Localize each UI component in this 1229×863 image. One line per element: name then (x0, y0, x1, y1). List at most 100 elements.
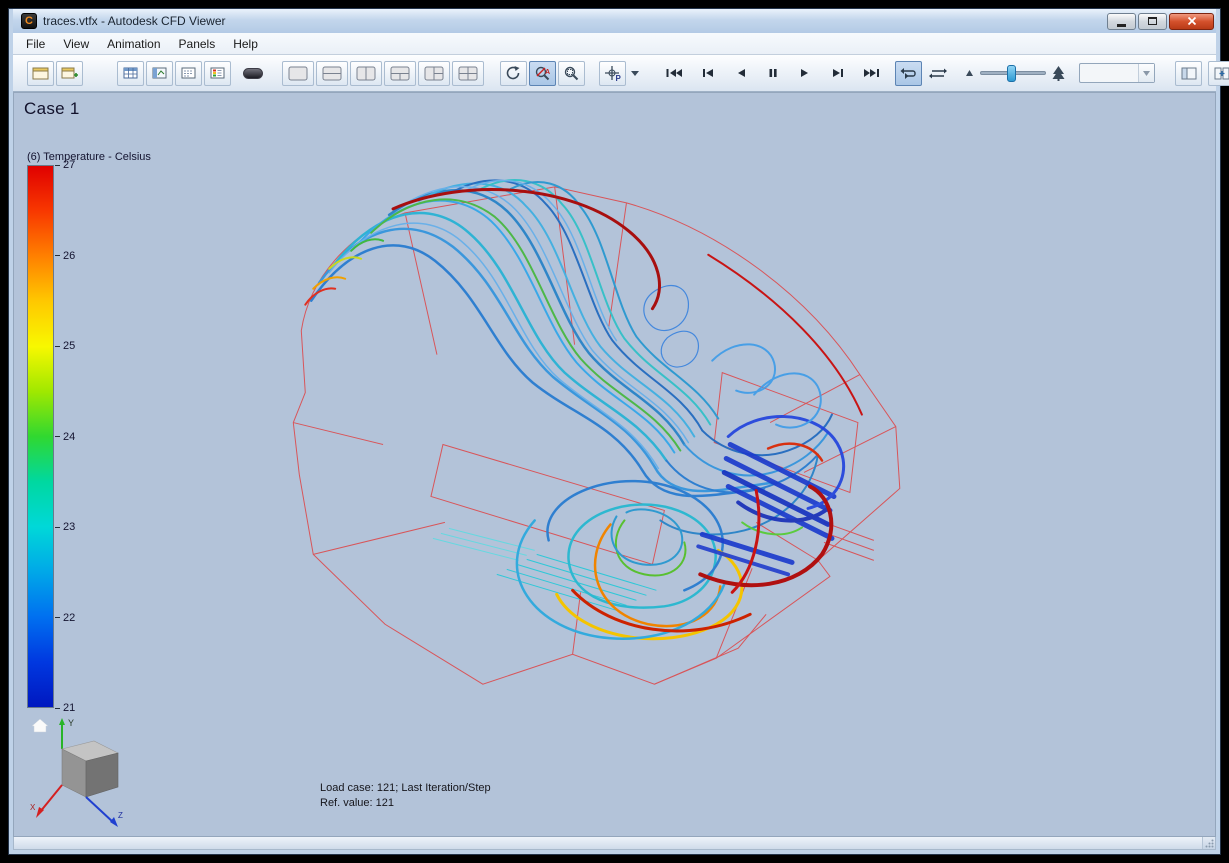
z-axis-arrow (110, 817, 118, 827)
y-axis-label: Y (68, 718, 74, 728)
legend-title: (6) Temperature - Celsius (27, 151, 151, 163)
nav-cube-graphic[interactable]: Y X Z (28, 715, 128, 830)
file-group (27, 60, 83, 86)
tick-mark (55, 526, 60, 528)
table-button[interactable] (117, 60, 144, 86)
cube-right-face[interactable] (85, 752, 119, 798)
speed-slider-handle[interactable] (1007, 65, 1016, 82)
new-view-icon (61, 67, 78, 78)
nav-cube[interactable]: Y X Z (28, 715, 128, 835)
hatch-group (432, 527, 657, 611)
menu-item[interactable]: View (54, 33, 98, 54)
window-controls (1107, 12, 1214, 30)
play-forward-icon (800, 69, 808, 77)
viewport[interactable]: Case 1 (6) Temperature - Celsius 27 26 2… (13, 92, 1216, 837)
speed-up-icon (1052, 65, 1065, 81)
split-pane-button[interactable] (1208, 60, 1229, 86)
menu-bar: File View Animation Panels Help (13, 33, 1216, 55)
probe-point-button[interactable]: P (599, 60, 626, 86)
plot-panel-icon (152, 67, 167, 79)
last-frame-button[interactable] (858, 61, 885, 86)
layout-split-vertical-icon (356, 66, 376, 80)
tick-mark (55, 617, 60, 618)
table-icon (123, 67, 138, 79)
pause-button[interactable] (759, 61, 786, 86)
layout-three-bottom-button[interactable] (384, 60, 416, 86)
toolbar: A P (13, 55, 1229, 92)
dark-pill-icon (242, 67, 263, 79)
loop-button[interactable] (895, 60, 922, 86)
menu-item[interactable]: Panels (170, 33, 225, 54)
rotate-view-icon (506, 66, 520, 80)
plot-panel-button[interactable] (146, 60, 173, 86)
status-line-1: Load case: 121; Last Iteration/Step (320, 782, 491, 794)
layout-split-vertical-button[interactable] (350, 60, 382, 86)
window-title: traces.vtfx - Autodesk CFD Viewer (43, 14, 226, 28)
panel-group (117, 60, 266, 86)
outline-panel-icon (181, 67, 196, 79)
layout-quad-button[interactable] (452, 60, 484, 86)
bounce-button[interactable] (924, 61, 951, 86)
report-button[interactable] (27, 60, 54, 86)
menu-item[interactable]: Help (224, 33, 267, 54)
tick-mark (55, 345, 60, 347)
tick-mark (55, 436, 60, 437)
maximize-button[interactable] (1138, 12, 1167, 30)
tick-label: 23 (63, 521, 76, 533)
last-frame-icon (863, 69, 879, 77)
screenshot-root: { "window": { "title": "traces.vtfx - Au… (0, 0, 1229, 863)
frame-select[interactable] (1079, 63, 1155, 83)
legend-panel-button[interactable] (204, 60, 231, 86)
chevron-down-icon (1143, 70, 1150, 76)
x-axis (39, 784, 63, 813)
close-icon (1187, 16, 1196, 26)
display-dark-button[interactable] (239, 61, 266, 86)
speed-slider[interactable] (980, 65, 1046, 82)
first-frame-button[interactable] (660, 61, 687, 86)
x-axis-label: X (30, 803, 36, 812)
play-forward-button[interactable] (792, 61, 819, 86)
chevron-down-icon (631, 70, 639, 76)
tick-label: 21 (63, 702, 76, 714)
layout-single-button[interactable] (282, 60, 314, 86)
tick-label: 26 (63, 249, 76, 262)
cfd-scene[interactable] (14, 93, 1215, 836)
resize-grip[interactable] (1202, 837, 1215, 849)
tick-label: 22 (63, 611, 76, 624)
layout-three-bottom-icon (390, 66, 410, 80)
y-axis-arrow (59, 718, 65, 725)
menu-item[interactable]: File (17, 33, 54, 54)
speed-down-icon (966, 70, 973, 76)
new-view-button[interactable] (56, 60, 83, 86)
close-button[interactable] (1169, 12, 1214, 30)
streamlines-group (310, 179, 833, 536)
bottom-scrollbar[interactable] (13, 837, 1216, 850)
home-icon[interactable] (31, 718, 49, 733)
swirl-loops-group (515, 479, 744, 641)
frame-select-arrow[interactable] (1138, 64, 1154, 82)
legend-ticks: 27 26 25 24 23 22 21 (55, 159, 95, 714)
zoom-area-button[interactable]: A (529, 60, 556, 86)
play-backward-button[interactable] (726, 61, 753, 86)
minimize-button[interactable] (1107, 12, 1136, 30)
layout-split-horizontal-button[interactable] (316, 60, 348, 86)
layout-three-right-button[interactable] (418, 60, 450, 86)
next-frame-button[interactable] (825, 61, 852, 86)
add-pane-button[interactable] (1175, 60, 1202, 86)
title-bar[interactable]: C traces.vtfx - Autodesk CFD Viewer (13, 9, 1216, 33)
rotate-view-button[interactable] (500, 60, 527, 86)
tick-label: 27 (63, 159, 76, 171)
tick-label: 25 (63, 340, 76, 352)
tick-label: 24 (63, 430, 76, 443)
add-pane-icon (1181, 67, 1196, 79)
probe-menu-button[interactable] (628, 61, 642, 86)
z-axis (85, 796, 115, 824)
outline-panel-button[interactable] (175, 60, 202, 86)
zoom-window-button[interactable] (558, 60, 585, 86)
layout-quad-icon (458, 66, 478, 80)
previous-frame-button[interactable] (693, 61, 720, 86)
loop-icon (900, 67, 916, 79)
status-text: Load case: 121; Last Iteration/Step Ref.… (320, 781, 491, 811)
menu-item[interactable]: Animation (98, 33, 169, 54)
playback-group (660, 61, 885, 86)
